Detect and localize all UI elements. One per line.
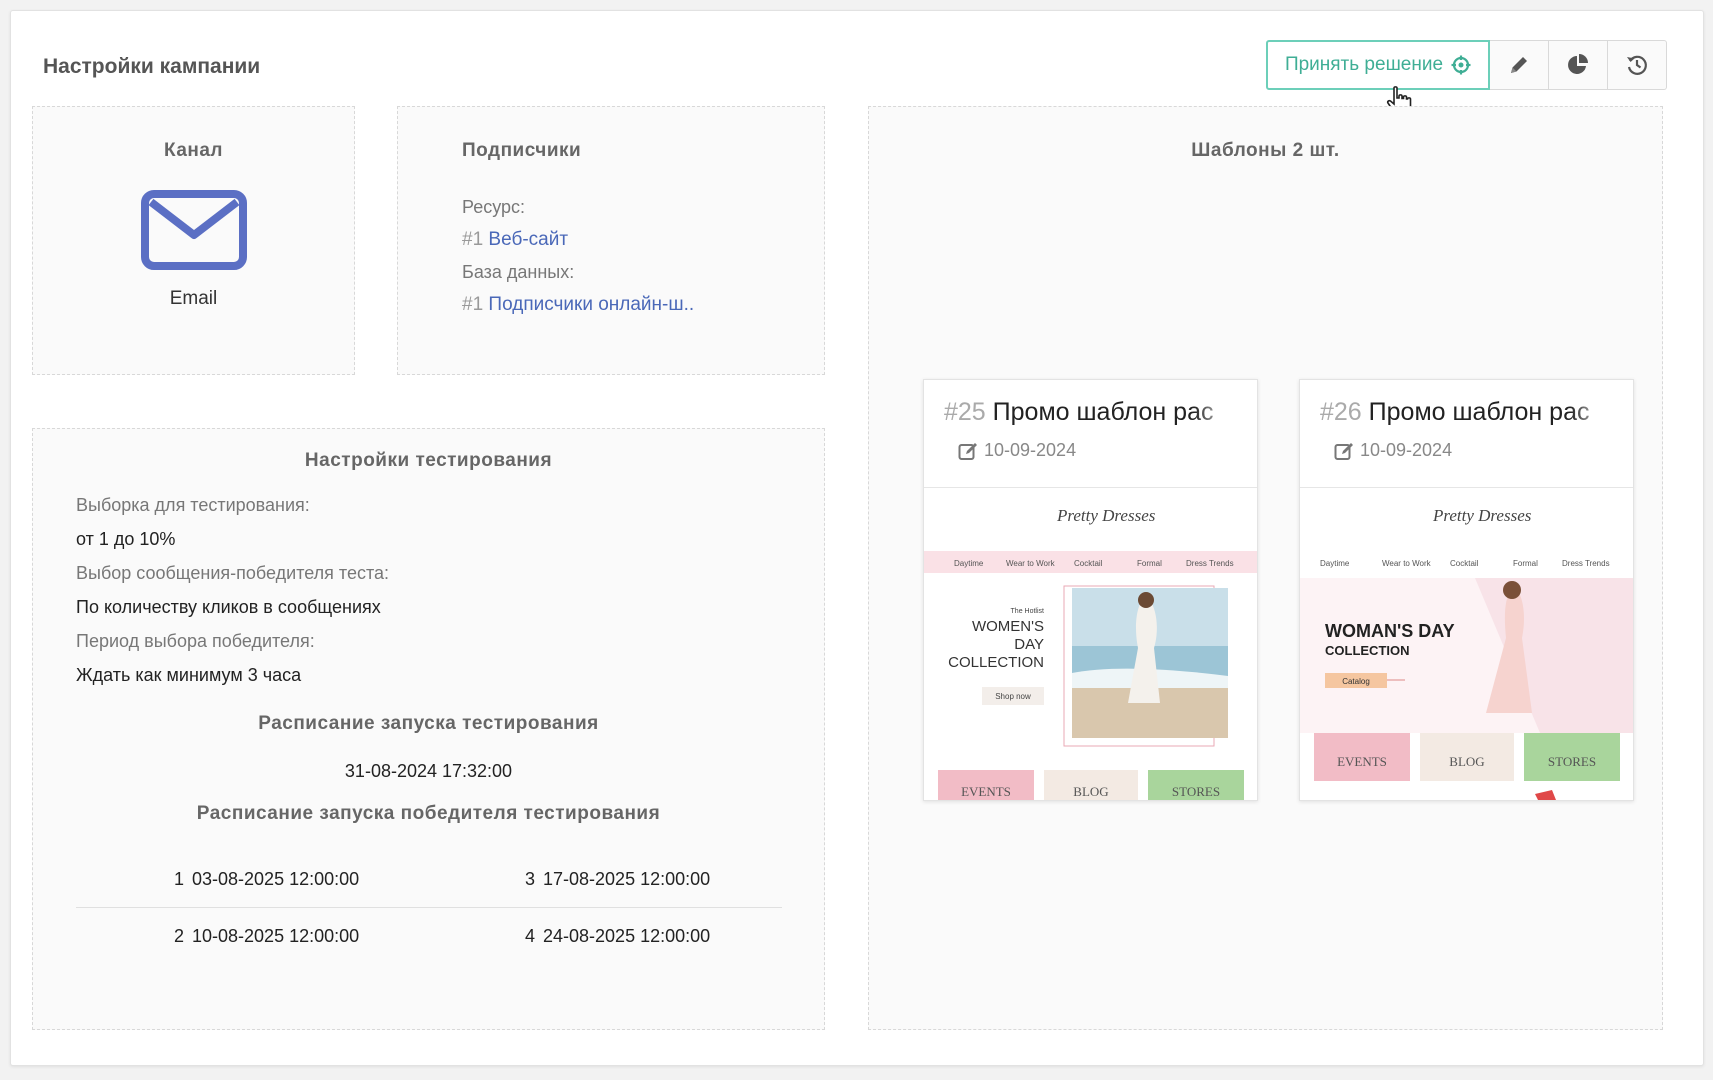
preview-nav-formal: Formal [1137,559,1162,568]
preview-headline-1: WOMAN'S DAY [1325,621,1455,641]
preview-brand: Pretty Dresses [1432,506,1532,525]
resource-number: #1 [462,229,484,250]
template-preview[interactable]: Pretty Dresses Daytime Wear to Work Cock… [1300,488,1633,800]
schedule-entry: 1 03-08-2025 12:00:00 [76,869,429,890]
edit-date-icon [958,442,977,460]
edit-date-icon [1334,442,1353,460]
preview-nav-daytime: Daytime [954,559,984,568]
subscribers-panel: Подписчики Ресурс: #1 Веб-сайт База данн… [397,106,825,375]
history-button[interactable] [1608,40,1667,90]
database-label: База данных: [462,262,575,282]
toolbar: Принять решение [1266,40,1667,115]
page-title: Настройки кампании [43,55,261,78]
template-name: Промо шаблон рас [1368,398,1590,426]
period-label: Период выбора победителя: [76,631,315,651]
preview-tile-blog: BLOG [1449,754,1484,769]
template-date-value: 10-09-2024 [984,440,1077,460]
subscribers-title: Подписчики [462,140,582,161]
preview-tile-blog: BLOG [1073,784,1108,799]
schedule-date-value: 03-08-2025 12:00:00 [192,868,360,889]
preview-tile-stores: STORES [1172,784,1220,799]
winner-choice-value: По количеству кликов в сообщениях [76,597,381,617]
history-icon [1627,55,1647,75]
templates-title: Шаблоны 2 шт. [1191,140,1340,161]
preview-nav-daytime: Daytime [1320,559,1350,568]
database-line: #1 Подписчики онлайн-ш.. [462,294,824,316]
preview-nav-trends: Dress Trends [1562,559,1610,568]
preview-nav-work: Wear to Work [1382,559,1432,568]
envelope-icon [140,190,247,270]
preview-tag: The Hotlist [1011,608,1045,615]
statistics-button[interactable] [1549,40,1608,90]
template-date-value: 10-09-2024 [1360,440,1453,460]
preview-nav-trends: Dress Trends [1186,559,1234,568]
preview-nav-cocktail: Cocktail [1450,559,1479,568]
edit-button[interactable] [1490,40,1549,90]
preview-tile-events: EVENTS [961,784,1011,799]
accept-decision-label: Принять решение [1284,54,1444,75]
schedule-entry: 2 10-08-2025 12:00:00 [76,926,429,947]
resource-line: #1 Веб-сайт [462,229,824,251]
schedule-number: 2 [173,925,184,946]
period-value: Ждать как минимум 3 часа [76,665,302,685]
preview-headline-3: COLLECTION [948,654,1044,671]
template-date: 10-09-2024 [1334,440,1452,461]
template-title[interactable]: #25 Промо шаблон рас [944,398,1234,427]
preview-nav-formal: Formal [1513,559,1538,568]
schedule-number: 3 [524,868,535,889]
preview-nav-cocktail: Cocktail [1074,559,1103,568]
resource-link[interactable]: Веб-сайт [488,229,568,250]
sample-label: Выборка для тестирования: [76,495,310,515]
channel-panel: Канал Email [32,106,355,375]
schedule-date-value: 24-08-2025 12:00:00 [543,925,711,946]
resource-label: Ресурс: [462,197,526,217]
pie-chart-icon [1568,54,1588,74]
channel-title: Канал [163,140,223,161]
winner-schedule-title: Расписание запуска победителя тестирован… [196,803,661,824]
template-number: #25 [944,398,986,426]
template-name: Промо шаблон рас [992,398,1214,426]
preview-headline-1: WOMEN'S [972,618,1044,635]
templates-panel: Шаблоны 2 шт. #25 Промо шаблон рас 10-09… [868,106,1663,1030]
preview-tile-events: EVENTS [1337,754,1387,769]
preview-headline-2: DAY [1014,636,1044,653]
testing-title: Настройки тестирования [304,450,553,471]
template-number: #26 [1320,398,1362,426]
channel-name: Email [169,288,218,309]
accept-decision-button[interactable]: Принять решение [1266,40,1490,115]
preview-cta: Shop now [995,692,1031,701]
sample-value: от 1 до 10% [76,529,176,549]
schedule-entry: 3 17-08-2025 12:00:00 [429,869,782,890]
winner-choice-label: Выбор сообщения-победителя теста: [76,563,390,583]
preview-nav-work: Wear to Work [1006,559,1056,568]
schedule-date-value: 17-08-2025 12:00:00 [543,868,711,889]
database-link[interactable]: Подписчики онлайн-ш.. [488,294,694,315]
testing-settings-list: Выборка для тестирования: от 1 до 10% Вы… [76,488,824,692]
template-card-header: #26 Промо шаблон рас 10-09-2024 [1300,380,1633,488]
preview-tile-stores: STORES [1548,754,1596,769]
pencil-icon [1511,57,1527,73]
schedule-number: 1 [173,868,184,889]
preview-headline-2: COLLECTION [1325,643,1410,658]
winner-schedule-table: 1 03-08-2025 12:00:00 3 17-08-2025 12:00:0… [76,851,782,964]
template-date: 10-09-2024 [958,440,1076,461]
testing-settings-panel: Настройки тестирования Выборка для тести… [32,428,825,1030]
table-row: 1 03-08-2025 12:00:00 3 17-08-2025 12:00:0… [76,851,782,907]
preview-cta: Catalog [1342,677,1370,686]
template-title[interactable]: #26 Промо шаблон рас [1320,398,1610,427]
schedule-date: 31-08-2024 17:32:00 [344,761,513,781]
target-icon [1451,55,1471,75]
template-card-header: #25 Промо шаблон рас 10-09-2024 [924,380,1257,488]
schedule-entry: 4 24-08-2025 12:00:00 [429,926,782,947]
schedule-number: 4 [524,925,535,946]
template-card[interactable]: #26 Промо шаблон рас 10-09-2024 Pretty D… [1299,379,1634,801]
template-card[interactable]: #25 Промо шаблон рас 10-09-2024 Pretty D… [923,379,1258,801]
preview-brand: Pretty Dresses [1056,506,1156,525]
schedule-title: Расписание запуска тестирования [258,713,599,734]
schedule-date-value: 10-08-2025 12:00:00 [192,925,360,946]
template-preview[interactable]: Pretty Dresses Daytime Wear to Work Cock… [924,488,1257,800]
table-row: 2 10-08-2025 12:00:00 4 24-08-2025 12:00:0… [76,907,782,964]
database-number: #1 [462,294,484,315]
